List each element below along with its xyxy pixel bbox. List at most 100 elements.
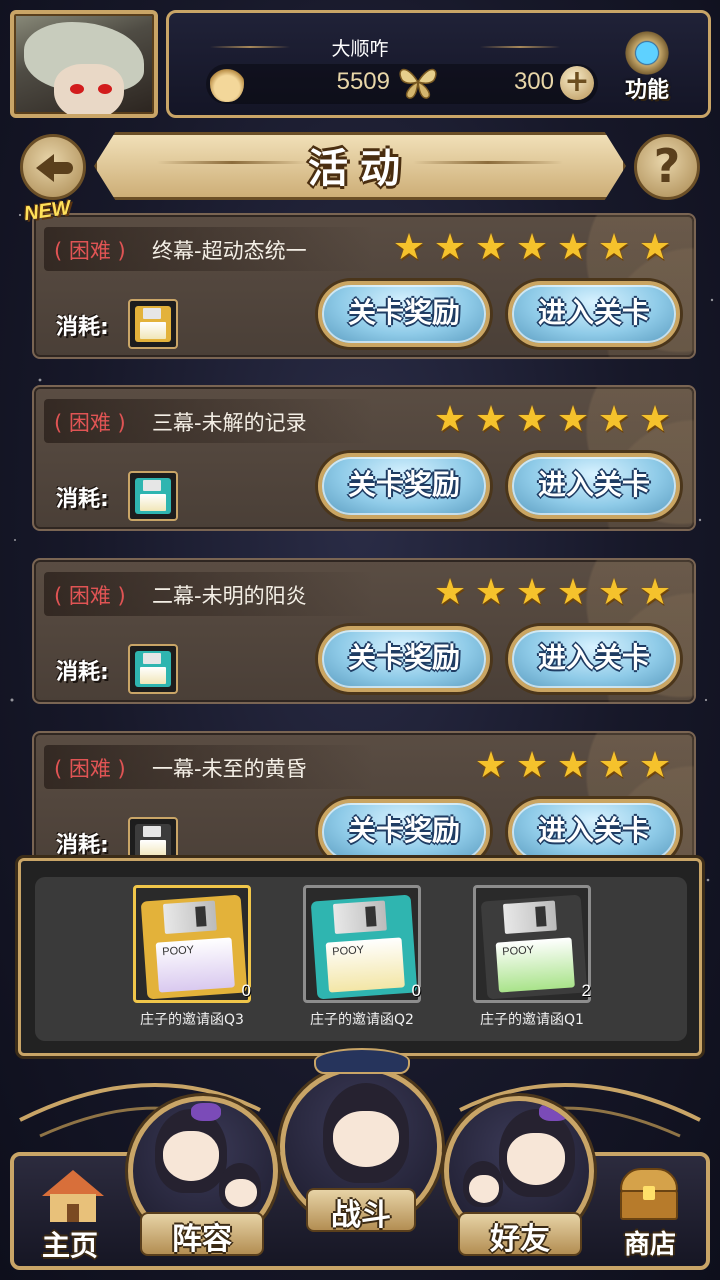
function-label: 功能	[624, 78, 669, 103]
inventory-item[interactable]: POOY 0 庄子的邀请函Q3	[113, 885, 263, 1035]
star-icon: ★	[638, 227, 672, 268]
level-name: 二幕-未明的阳炎	[152, 584, 307, 608]
floppy-label-text: POOY	[501, 944, 535, 959]
function-button[interactable]: 功能	[612, 28, 682, 108]
star-icon: ★	[556, 227, 590, 268]
star-icon: ★	[392, 227, 426, 268]
back-button[interactable]	[20, 134, 86, 200]
star-icon: ★	[597, 227, 631, 268]
gold-value: 5509	[336, 68, 390, 95]
cost-label: 消耗:	[56, 660, 109, 685]
enter-level-button[interactable]: 进入关卡	[508, 281, 680, 347]
star-icon: ★	[597, 572, 631, 613]
star-icon: ★	[638, 745, 672, 786]
enter-level-button[interactable]: 进入关卡	[508, 799, 680, 855]
gem-value: 300	[513, 68, 554, 95]
level-difficulty: ( 困难 )	[54, 584, 126, 608]
enter-level-button[interactable]: 进入关卡	[508, 626, 680, 692]
item-count: 0	[411, 981, 421, 1000]
inventory-item[interactable]: POOY 0 庄子的邀请函Q2	[283, 885, 433, 1035]
item-name: 庄子的邀请函Q2	[310, 1012, 414, 1028]
level-card[interactable]: ( 困难 ) 终幕-超动态统一 ★ ★ ★ ★ ★ ★ ★ 消耗: 关卡奖励 进入关卡	[32, 213, 696, 359]
star-icon: ★	[556, 572, 590, 613]
nav-friends-label: 好友	[490, 1222, 550, 1257]
level-name: 终幕-超动态统一	[152, 239, 307, 263]
floppy-label-text: POOY	[331, 944, 365, 959]
level-card[interactable]: ( 困难 ) 一幕-未至的黄昏 ★ ★ ★ ★ ★ 消耗: 关卡奖励 进入关卡	[32, 731, 696, 855]
star-rating: ★ ★ ★ ★ ★ ★ ★	[390, 229, 674, 267]
cost-item-icon	[128, 299, 178, 349]
star-icon: ★	[515, 399, 549, 440]
cost-label: 消耗:	[56, 833, 109, 855]
butterfly-icon	[399, 68, 437, 99]
star-icon: ★	[433, 227, 467, 268]
star-icon: ★	[597, 745, 631, 786]
star-icon: ★	[433, 399, 467, 440]
enter-level-button[interactable]: 进入关卡	[508, 453, 680, 519]
page-title: 活动	[308, 146, 412, 192]
level-difficulty: ( 困难 )	[54, 239, 126, 263]
top-bar: 大顺咋 5509 300 + 功能	[0, 0, 720, 122]
star-icon: ★	[638, 572, 672, 613]
nav-shop-label: 商店	[623, 1230, 676, 1260]
player-name: 大顺咋	[331, 39, 389, 60]
bottom-nav: 主页 阵容 战斗 好友 商店	[0, 1040, 720, 1280]
nav-home-label: 主页	[41, 1229, 98, 1262]
level-card[interactable]: ( 困难 ) 二幕-未明的阳炎 ★ ★ ★ ★ ★ ★ 消耗: 关卡奖励 进入关卡	[32, 558, 696, 704]
star-rating: ★ ★ ★ ★ ★ ★	[431, 401, 674, 439]
hat-icon	[314, 1048, 410, 1074]
flame-icon	[210, 62, 244, 102]
level-reward-button[interactable]: 关卡奖励	[318, 799, 490, 855]
plus-icon[interactable]: +	[560, 66, 594, 100]
star-icon: ★	[597, 399, 631, 440]
level-reward-button[interactable]: 关卡奖励	[318, 453, 490, 519]
star-icon: ★	[515, 745, 549, 786]
level-list[interactable]: ( 困难 ) 终幕-超动态统一 ★ ★ ★ ★ ★ ★ ★ 消耗: 关卡奖励 进入关卡( 困难 ) 三幕…	[0, 205, 720, 855]
nav-friends[interactable]: 好友	[442, 1096, 602, 1276]
star-icon: ★	[433, 572, 467, 613]
star-icon: ★	[515, 227, 549, 268]
level-difficulty: ( 困难 )	[54, 411, 126, 435]
nav-team[interactable]: 阵容	[120, 1096, 280, 1276]
item-name: 庄子的邀请函Q3	[140, 1012, 244, 1028]
star-icon: ★	[556, 745, 590, 786]
item-inventory-panel: POOY 0 庄子的邀请函Q3 POOY 0 庄子的邀请函Q2 POOY 2 庄子的邀请函Q1	[18, 858, 702, 1056]
star-icon: ★	[474, 399, 508, 440]
item-name: 庄子的邀请函Q1	[480, 1012, 584, 1028]
inventory-item[interactable]: POOY 2 庄子的邀请函Q1	[453, 885, 603, 1035]
item-count: 2	[581, 981, 591, 1000]
star-rating: ★ ★ ★ ★ ★ ★	[431, 574, 674, 612]
star-rating: ★ ★ ★ ★ ★	[472, 747, 674, 785]
nav-battle[interactable]: 战斗	[276, 1040, 446, 1260]
star-icon: ★	[556, 399, 590, 440]
star-icon: ★	[515, 572, 549, 613]
divider	[210, 46, 290, 48]
nav-home[interactable]: 主页	[20, 1160, 120, 1270]
treasure-chest-icon	[616, 1168, 682, 1222]
star-icon: ★	[474, 227, 508, 268]
cost-label: 消耗:	[56, 487, 109, 512]
cost-item-icon	[128, 817, 178, 855]
star-icon: ★	[474, 745, 508, 786]
cost-label: 消耗:	[56, 315, 109, 340]
gear-icon	[622, 28, 672, 78]
level-name: 三幕-未解的记录	[152, 411, 307, 435]
cost-item-icon	[128, 644, 178, 694]
level-difficulty: ( 困难 )	[54, 757, 126, 781]
nav-battle-label: 战斗	[331, 1198, 391, 1233]
floppy-label-text: POOY	[161, 944, 195, 959]
level-name: 一幕-未至的黄昏	[152, 757, 307, 781]
nav-team-label: 阵容	[172, 1222, 232, 1257]
level-reward-button[interactable]: 关卡奖励	[318, 626, 490, 692]
star-icon: ★	[638, 399, 672, 440]
player-avatar[interactable]	[10, 10, 158, 118]
divider	[480, 46, 560, 48]
level-reward-button[interactable]: 关卡奖励	[318, 281, 490, 347]
star-icon: ★	[474, 572, 508, 613]
item-count: 0	[241, 981, 251, 1000]
help-button[interactable]: ?	[634, 134, 700, 200]
house-icon	[42, 1170, 104, 1222]
cost-item-icon	[128, 471, 178, 521]
nav-shop[interactable]: 商店	[600, 1160, 700, 1270]
level-card[interactable]: ( 困难 ) 三幕-未解的记录 ★ ★ ★ ★ ★ ★ 消耗: 关卡奖励 进入关卡	[32, 385, 696, 531]
